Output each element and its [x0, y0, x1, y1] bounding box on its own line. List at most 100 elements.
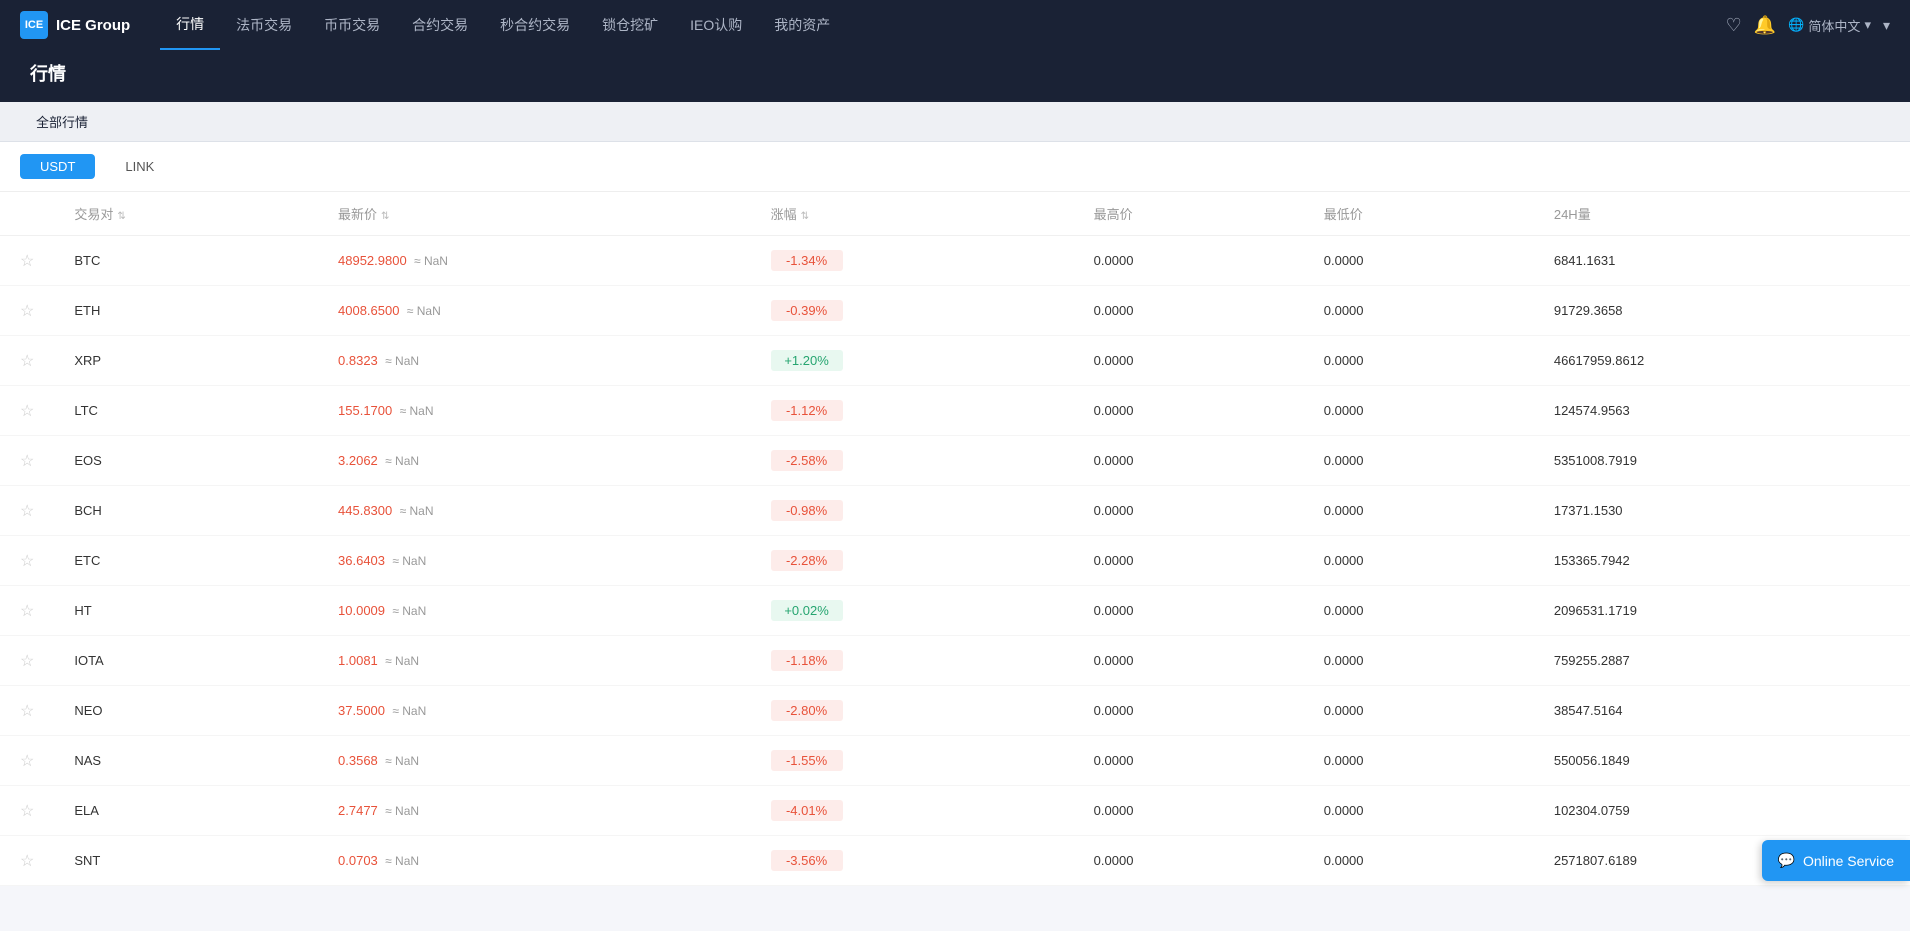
star-icon[interactable]: ☆	[20, 253, 34, 270]
high-price: 0.0000	[1094, 253, 1134, 268]
table-row[interactable]: ☆IOTA1.0081 ≈ NaN-1.18%0.00000.000075925…	[0, 636, 1910, 686]
tab-item[interactable]: 全部行情	[20, 104, 104, 139]
low-price-cell: 0.0000	[1304, 736, 1534, 786]
nav-link-法币交易[interactable]: 法币交易	[220, 0, 308, 50]
low-price: 0.0000	[1324, 753, 1364, 768]
table-row[interactable]: ☆EOS3.2062 ≈ NaN-2.58%0.00000.0000535100…	[0, 436, 1910, 486]
star-cell[interactable]: ☆	[0, 386, 54, 436]
change-badge: +0.02%	[771, 600, 843, 621]
navbar: ICE ICE Group 行情法币交易币币交易合约交易秒合约交易锁仓挖矿IEO…	[0, 0, 1910, 50]
volume-value: 17371.1530	[1554, 503, 1623, 518]
table-header-0[interactable]: 交易对⇅	[54, 192, 318, 236]
more-icon[interactable]: ▾	[1883, 17, 1890, 34]
price-approx: ≈ NaN	[382, 354, 419, 368]
nav-link-锁仓挖矿[interactable]: 锁仓挖矿	[586, 0, 674, 50]
low-price-cell: 0.0000	[1304, 436, 1534, 486]
table-row[interactable]: ☆NEO37.5000 ≈ NaN-2.80%0.00000.000038547…	[0, 686, 1910, 736]
star-cell[interactable]: ☆	[0, 486, 54, 536]
table-row[interactable]: ☆NAS0.3568 ≈ NaN-1.55%0.00000.0000550056…	[0, 736, 1910, 786]
star-icon[interactable]: ☆	[20, 303, 34, 320]
price-approx: ≈ NaN	[396, 404, 433, 418]
table-row[interactable]: ☆LTC155.1700 ≈ NaN-1.12%0.00000.00001245…	[0, 386, 1910, 436]
star-cell[interactable]: ☆	[0, 436, 54, 486]
table-row[interactable]: ☆ETC36.6403 ≈ NaN-2.28%0.00000.000015336…	[0, 536, 1910, 586]
high-price-cell: 0.0000	[1074, 286, 1304, 336]
change-cell: -4.01%	[751, 786, 1074, 836]
star-cell[interactable]: ☆	[0, 836, 54, 886]
price-cell: 48952.9800 ≈ NaN	[318, 236, 751, 286]
star-cell[interactable]: ☆	[0, 736, 54, 786]
table-row[interactable]: ☆BTC48952.9800 ≈ NaN-1.34%0.00000.000068…	[0, 236, 1910, 286]
price-approx: ≈ NaN	[411, 254, 448, 268]
star-icon[interactable]: ☆	[20, 603, 34, 620]
star-icon[interactable]: ☆	[20, 753, 34, 770]
volume-value: 2096531.1719	[1554, 603, 1637, 618]
star-icon[interactable]: ☆	[20, 853, 34, 870]
star-icon[interactable]: ☆	[20, 403, 34, 420]
user-icon[interactable]: ♡	[1726, 15, 1742, 36]
nav-link-IEO认购[interactable]: IEO认购	[674, 0, 758, 50]
change-badge: -2.28%	[771, 550, 843, 571]
star-cell[interactable]: ☆	[0, 286, 54, 336]
table-row[interactable]: ☆XRP0.8323 ≈ NaN+1.20%0.00000.0000466179…	[0, 336, 1910, 386]
star-cell[interactable]: ☆	[0, 686, 54, 736]
coin-name-cell: ETC	[54, 536, 318, 586]
change-cell: -1.18%	[751, 636, 1074, 686]
filter-btn-LINK[interactable]: LINK	[105, 154, 174, 179]
price-value: 2.7477	[338, 803, 378, 818]
high-price: 0.0000	[1094, 603, 1134, 618]
star-icon[interactable]: ☆	[20, 353, 34, 370]
star-cell[interactable]: ☆	[0, 236, 54, 286]
table-row[interactable]: ☆BCH445.8300 ≈ NaN-0.98%0.00000.00001737…	[0, 486, 1910, 536]
market-table-wrapper: 交易对⇅最新价⇅涨幅⇅最高价最低价24H量 ☆BTC48952.9800 ≈ N…	[0, 192, 1910, 886]
high-price: 0.0000	[1094, 753, 1134, 768]
bell-icon[interactable]: 🔔	[1754, 15, 1776, 36]
star-icon[interactable]: ☆	[20, 453, 34, 470]
language-selector[interactable]: 🌐 简体中文 ▾	[1788, 16, 1871, 35]
low-price: 0.0000	[1324, 653, 1364, 668]
low-price: 0.0000	[1324, 703, 1364, 718]
chat-icon: 💬	[1778, 852, 1795, 869]
coin-name: ETH	[74, 303, 100, 318]
coin-name: ETC	[74, 553, 100, 568]
table-header-2[interactable]: 涨幅⇅	[751, 192, 1074, 236]
star-icon[interactable]: ☆	[20, 553, 34, 570]
globe-icon: 🌐	[1788, 17, 1804, 33]
table-row[interactable]: ☆ELA2.7477 ≈ NaN-4.01%0.00000.0000102304…	[0, 786, 1910, 836]
low-price: 0.0000	[1324, 803, 1364, 818]
change-cell: -2.80%	[751, 686, 1074, 736]
star-cell[interactable]: ☆	[0, 336, 54, 386]
coin-name-cell: NEO	[54, 686, 318, 736]
nav-link-币币交易[interactable]: 币币交易	[308, 0, 396, 50]
change-badge: -0.98%	[771, 500, 843, 521]
market-table: 交易对⇅最新价⇅涨幅⇅最高价最低价24H量 ☆BTC48952.9800 ≈ N…	[0, 192, 1910, 886]
star-cell[interactable]: ☆	[0, 536, 54, 586]
high-price-cell: 0.0000	[1074, 786, 1304, 836]
price-cell: 3.2062 ≈ NaN	[318, 436, 751, 486]
price-approx: ≈ NaN	[382, 804, 419, 818]
online-service-button[interactable]: 💬 Online Service	[1762, 840, 1910, 881]
table-row[interactable]: ☆HT10.0009 ≈ NaN+0.02%0.00000.0000209653…	[0, 586, 1910, 636]
table-row[interactable]: ☆SNT0.0703 ≈ NaN-3.56%0.00000.0000257180…	[0, 836, 1910, 886]
nav-link-秒合约交易[interactable]: 秒合约交易	[484, 0, 586, 50]
volume-value: 124574.9563	[1554, 403, 1630, 418]
star-icon[interactable]: ☆	[20, 653, 34, 670]
nav-link-合约交易[interactable]: 合约交易	[396, 0, 484, 50]
coin-name: ELA	[74, 803, 99, 818]
table-header-1[interactable]: 最新价⇅	[318, 192, 751, 236]
price-approx: ≈ NaN	[382, 654, 419, 668]
star-cell[interactable]: ☆	[0, 786, 54, 836]
star-icon[interactable]: ☆	[20, 503, 34, 520]
star-cell[interactable]: ☆	[0, 586, 54, 636]
brand[interactable]: ICE ICE Group	[20, 11, 130, 39]
star-icon[interactable]: ☆	[20, 703, 34, 720]
star-icon[interactable]: ☆	[20, 803, 34, 820]
star-cell[interactable]: ☆	[0, 636, 54, 686]
nav-link-行情[interactable]: 行情	[160, 0, 220, 50]
change-cell: -1.34%	[751, 236, 1074, 286]
nav-link-我的资产[interactable]: 我的资产	[758, 0, 846, 50]
brand-logo: ICE	[20, 11, 48, 39]
volume-cell: 2096531.1719	[1534, 586, 1910, 636]
table-row[interactable]: ☆ETH4008.6500 ≈ NaN-0.39%0.00000.0000917…	[0, 286, 1910, 336]
filter-btn-USDT[interactable]: USDT	[20, 154, 95, 179]
